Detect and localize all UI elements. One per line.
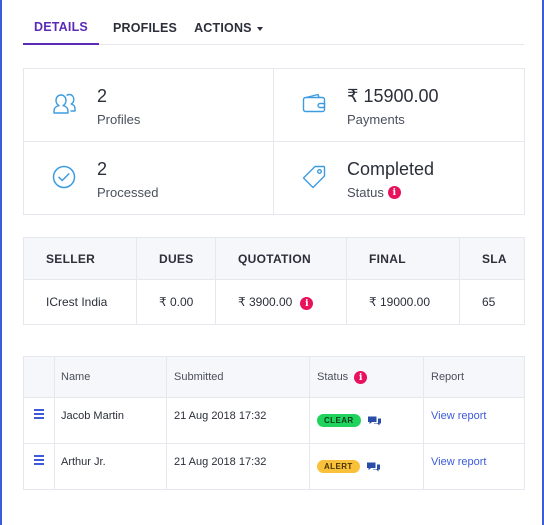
menu-icon[interactable] bbox=[34, 409, 44, 421]
summary-panel: 2 Profiles ₹ 15900.00 Payments 2 Process… bbox=[23, 68, 525, 215]
processed-count: 2 bbox=[97, 159, 108, 179]
stat-processed: 2 Processed bbox=[24, 142, 274, 215]
stat-profiles: 2 Profiles bbox=[24, 69, 274, 142]
col-quotation: QUOTATION bbox=[215, 237, 347, 280]
seller-table-header: SELLER DUES QUOTATION FINAL SLA bbox=[23, 237, 525, 280]
status-label-row: Status i bbox=[347, 185, 401, 200]
profile-report-cell: View report bbox=[423, 397, 525, 444]
tab-profiles-label: PROFILES bbox=[112, 20, 178, 35]
col-seller: SELLER bbox=[23, 237, 137, 280]
comments-icon[interactable] bbox=[366, 461, 381, 473]
row-handle[interactable] bbox=[23, 397, 55, 444]
status-badge: CLEAR bbox=[317, 414, 361, 427]
processed-label: Processed bbox=[97, 185, 159, 200]
table-row: Jacob Martin 21 Aug 2018 17:32 CLEAR Vie… bbox=[23, 397, 525, 444]
seller-table: SELLER DUES QUOTATION FINAL SLA ICrest I… bbox=[23, 237, 525, 325]
col-status: Status i bbox=[309, 356, 424, 398]
payments-label: Payments bbox=[347, 112, 405, 127]
users-icon bbox=[53, 93, 76, 114]
payments-amount: ₹ 15900.00 bbox=[347, 86, 439, 106]
seller-quotation: ₹ 3900.00 bbox=[238, 294, 293, 309]
seller-row: ICrest India ₹ 0.00 ₹ 3900.00 i ₹ 19000.0… bbox=[23, 279, 525, 325]
wallet-icon bbox=[302, 93, 326, 113]
row-handle[interactable] bbox=[23, 443, 55, 490]
col-sla: SLA bbox=[459, 237, 525, 280]
seller-sla: 65 bbox=[459, 279, 525, 325]
col-report: Report bbox=[423, 356, 525, 398]
status-value: Completed bbox=[347, 159, 435, 179]
col-name: Name bbox=[54, 356, 167, 398]
tab-details[interactable]: DETAILS bbox=[23, 10, 99, 45]
check-circle-icon bbox=[52, 165, 76, 189]
col-handle bbox=[23, 356, 55, 398]
col-submitted: Submitted bbox=[166, 356, 310, 398]
profile-name: Arthur Jr. bbox=[54, 443, 167, 490]
seller-final: ₹ 19000.00 bbox=[346, 279, 460, 325]
stat-payments: ₹ 15900.00 Payments bbox=[274, 69, 524, 142]
profile-report-cell: View report bbox=[423, 443, 525, 490]
profiles-count: 2 bbox=[97, 86, 108, 106]
view-report-link[interactable]: View report bbox=[431, 456, 486, 468]
profile-name: Jacob Martin bbox=[54, 397, 167, 444]
profiles-table: Name Submitted Status i Report Jacob Mart… bbox=[23, 356, 525, 490]
seller-quotation-cell: ₹ 3900.00 i bbox=[215, 279, 347, 325]
comments-icon[interactable] bbox=[367, 415, 382, 427]
tab-actions-dropdown[interactable]: ACTIONS bbox=[191, 10, 266, 45]
caret-down-icon bbox=[256, 26, 263, 31]
table-row: Arthur Jr. 21 Aug 2018 17:32 ALERT View … bbox=[23, 443, 525, 490]
stat-status: Completed Status i bbox=[274, 142, 524, 215]
col-dues: DUES bbox=[136, 237, 216, 280]
view-report-link[interactable]: View report bbox=[431, 410, 486, 422]
info-icon[interactable]: i bbox=[387, 186, 401, 199]
col-status-label: Status bbox=[317, 370, 349, 383]
seller-name: ICrest India bbox=[23, 279, 137, 325]
status-info-icon[interactable]: i bbox=[354, 370, 368, 384]
tab-profiles[interactable]: PROFILES bbox=[99, 10, 191, 45]
profile-status-cell: CLEAR bbox=[309, 397, 424, 444]
profiles-label: Profiles bbox=[97, 112, 141, 127]
tag-icon bbox=[302, 165, 326, 189]
tab-details-label: DETAILS bbox=[34, 19, 88, 34]
profiles-table-header: Name Submitted Status i Report bbox=[23, 356, 525, 398]
profile-submitted: 21 Aug 2018 17:32 bbox=[166, 397, 310, 444]
tab-bar: DETAILS PROFILES ACTIONS bbox=[23, 10, 524, 45]
tab-actions-label: ACTIONS bbox=[194, 20, 252, 35]
status-badge: ALERT bbox=[317, 460, 360, 473]
status-label: Status bbox=[347, 185, 384, 200]
menu-icon[interactable] bbox=[34, 455, 44, 467]
profile-status-cell: ALERT bbox=[309, 443, 424, 490]
profile-submitted: 21 Aug 2018 17:32 bbox=[166, 443, 310, 490]
seller-dues: ₹ 0.00 bbox=[136, 279, 216, 325]
col-final: FINAL bbox=[346, 237, 460, 280]
quotation-info-icon[interactable]: i bbox=[300, 296, 314, 310]
page-frame: DETAILS PROFILES ACTIONS 2 Profiles ₹ 15… bbox=[0, 0, 544, 525]
